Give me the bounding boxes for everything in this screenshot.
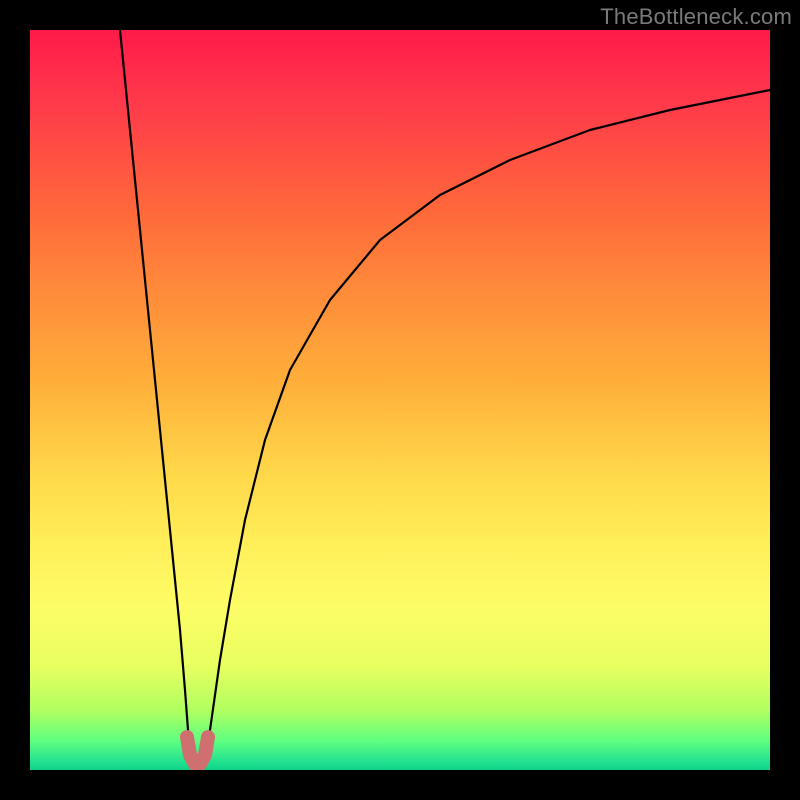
series-valley-marker — [187, 737, 208, 764]
curve-layer — [30, 30, 770, 770]
series-left-branch — [120, 30, 190, 758]
chart-frame: TheBottleneck.com — [0, 0, 800, 800]
series-right-branch — [206, 90, 770, 758]
plot-area — [30, 30, 770, 770]
watermark-text: TheBottleneck.com — [600, 4, 792, 30]
